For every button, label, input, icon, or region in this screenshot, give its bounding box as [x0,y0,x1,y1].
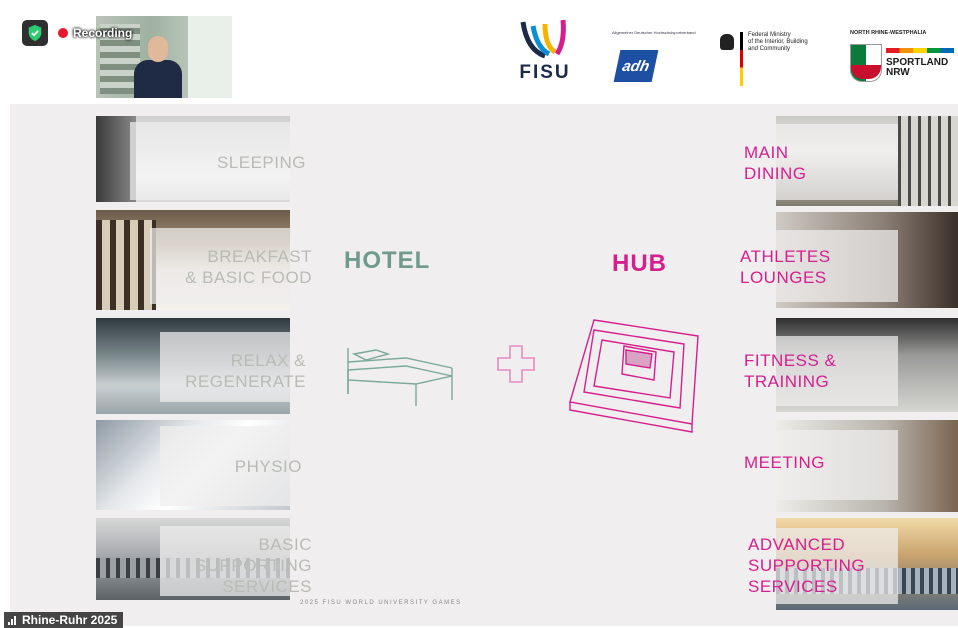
recording-indicator: Recording [58,26,132,40]
nrw-crest-icon [850,44,882,82]
shared-slide: SLEEPING BREAKFAST & BASIC FOOD RELAX & … [10,104,958,626]
label-fitness-training: FITNESS & TRAINING [744,351,837,391]
security-shield-icon[interactable] [22,20,48,46]
label-breakfast: BREAKFAST & BASIC FOOD [185,247,312,287]
signal-strength-icon [8,615,18,625]
hub-title: HUB [612,250,667,277]
label-sleeping: SLEEPING [216,153,306,172]
nrw-logo: NORTH RHINE-WESTPHALIA SPORTLAND NRW [850,30,958,90]
recording-label: Recording [73,26,133,40]
sportland-text: SPORTLAND NRW [886,57,949,78]
bed-icon [347,348,453,406]
hotel-title: HOTEL [344,247,431,274]
video-person [134,60,182,98]
video-backdrop-panel [188,16,232,98]
eagle-icon [720,34,734,50]
label-athletes-lounges: ATHLETES LOUNGES [740,247,831,287]
label-basic-services: BASIC SUPPORTING SERVICES [194,535,312,596]
fisu-logo-text: FISU [519,62,571,83]
slide-footer: 2025 FISU WORLD UNIVERSITY GAMES [300,600,462,606]
plus-icon [497,345,535,383]
adh-caption: Allgemeiner Deutscher Hochschulsportverb… [612,30,696,35]
recording-dot-icon [58,28,68,38]
label-physio: PHYSIO [234,457,302,476]
label-meeting: MEETING [744,453,825,472]
video-person-head [148,36,168,62]
label-advanced-services: ADVANCED SUPPORTING SERVICES [748,535,866,596]
ministry-text: Federal Ministry of the Interior, Buildi… [748,32,808,52]
label-main-dining: MAIN DINING [744,143,807,183]
nrw-title: NORTH RHINE-WESTPHALIA [850,30,927,36]
participant-name: Rhine-Ruhr 2025 [22,613,118,627]
label-relax: RELAX & REGENERATE [185,351,306,391]
adh-logo: adh [613,50,659,82]
arena-hub-icon [569,319,699,433]
nrw-color-bars [886,48,954,53]
german-flag-bar [740,32,743,86]
